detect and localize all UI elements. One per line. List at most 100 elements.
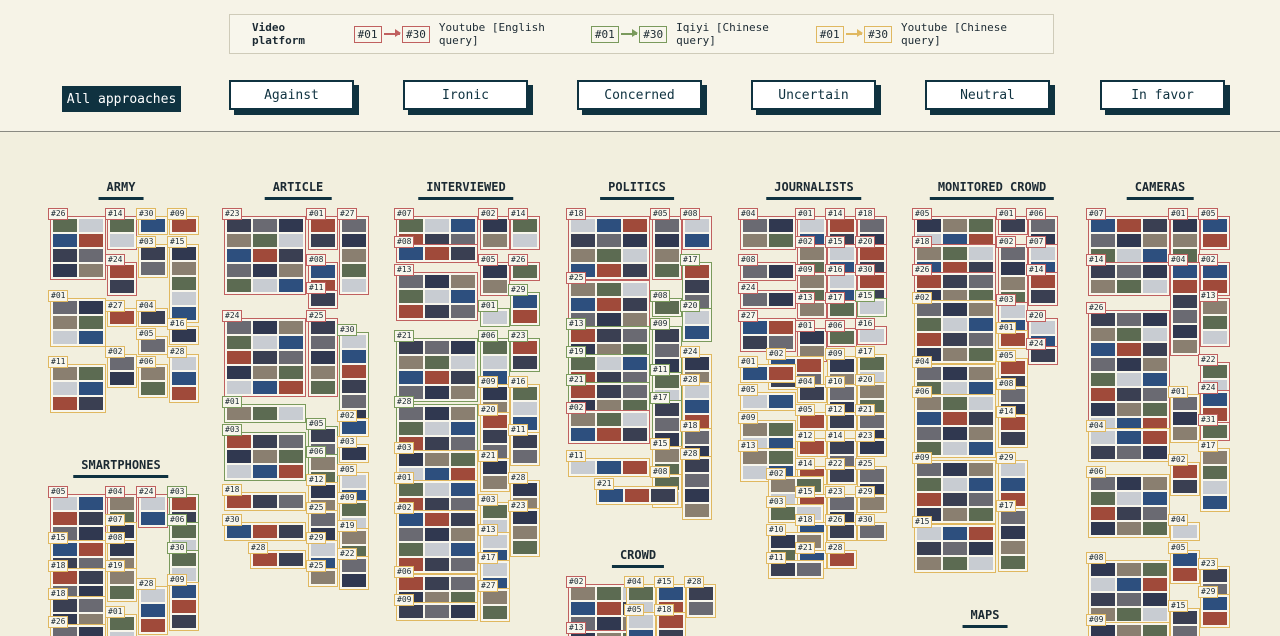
video-group[interactable]: #27 <box>738 310 796 352</box>
video-group[interactable]: #01 <box>105 606 137 636</box>
video-thumbnail[interactable] <box>1117 446 1141 459</box>
video-thumbnail[interactable] <box>685 431 709 444</box>
video-thumbnail[interactable] <box>227 366 251 379</box>
video-thumbnail[interactable] <box>53 367 77 380</box>
video-thumbnail[interactable] <box>1203 451 1227 464</box>
video-thumbnail[interactable] <box>800 331 824 344</box>
video-thumbnail[interactable] <box>1117 431 1141 444</box>
video-thumbnail[interactable] <box>425 437 449 450</box>
video-thumbnail[interactable] <box>110 311 134 324</box>
video-thumbnail[interactable] <box>1117 563 1141 576</box>
video-thumbnail[interactable] <box>1091 388 1115 401</box>
video-thumbnail[interactable] <box>597 329 621 342</box>
video-thumbnail[interactable] <box>1143 328 1167 341</box>
video-group[interactable]: #04 <box>1168 254 1200 356</box>
video-group[interactable]: #28 <box>167 346 199 403</box>
video-thumbnail[interactable] <box>1173 280 1197 293</box>
video-thumbnail[interactable] <box>685 219 709 232</box>
video-thumbnail[interactable] <box>969 247 993 260</box>
video-thumbnail[interactable] <box>399 305 423 318</box>
video-thumbnail[interactable] <box>943 442 967 455</box>
video-thumbnail[interactable] <box>969 303 993 316</box>
video-thumbnail[interactable] <box>342 531 366 544</box>
video-thumbnail[interactable] <box>1001 478 1025 491</box>
video-thumbnail[interactable] <box>571 219 595 232</box>
video-thumbnail[interactable] <box>655 344 679 357</box>
video-group[interactable]: #11 <box>766 552 824 579</box>
video-thumbnail[interactable] <box>53 264 77 277</box>
video-thumbnail[interactable] <box>172 262 196 275</box>
video-thumbnail[interactable] <box>425 483 449 496</box>
video-thumbnail[interactable] <box>969 348 993 361</box>
video-thumbnail[interactable] <box>1143 313 1167 326</box>
video-thumbnail[interactable] <box>227 219 251 232</box>
video-group[interactable]: #26 <box>48 616 106 636</box>
video-thumbnail[interactable] <box>1143 563 1167 576</box>
video-thumbnail[interactable] <box>172 600 196 613</box>
video-thumbnail[interactable] <box>1091 280 1115 293</box>
video-group[interactable]: #01 <box>222 396 306 423</box>
video-thumbnail[interactable] <box>743 293 767 306</box>
video-thumbnail[interactable] <box>655 264 679 277</box>
video-thumbnail[interactable] <box>311 219 335 232</box>
video-thumbnail[interactable] <box>79 527 103 540</box>
video-thumbnail[interactable] <box>623 219 647 232</box>
video-thumbnail[interactable] <box>227 381 251 394</box>
video-thumbnail[interactable] <box>1091 625 1115 636</box>
video-thumbnail[interactable] <box>651 489 675 502</box>
video-thumbnail[interactable] <box>311 457 335 470</box>
video-thumbnail[interactable] <box>1203 365 1227 378</box>
video-thumbnail[interactable] <box>279 264 303 277</box>
video-thumbnail[interactable] <box>1143 234 1167 247</box>
video-thumbnail[interactable] <box>342 503 366 516</box>
video-thumbnail[interactable] <box>917 427 941 440</box>
video-thumbnail[interactable] <box>227 264 251 277</box>
video-thumbnail[interactable] <box>800 275 824 288</box>
video-group[interactable]: #19 <box>105 560 137 602</box>
video-thumbnail[interactable] <box>1173 310 1197 323</box>
video-thumbnail[interactable] <box>943 219 967 232</box>
video-thumbnail[interactable] <box>483 265 507 278</box>
video-group[interactable]: #02 <box>566 402 650 444</box>
video-thumbnail[interactable] <box>685 400 709 413</box>
video-thumbnail[interactable] <box>311 543 335 556</box>
video-thumbnail[interactable] <box>1001 463 1025 476</box>
video-thumbnail[interactable] <box>1203 234 1227 247</box>
video-thumbnail[interactable] <box>425 290 449 303</box>
video-thumbnail[interactable] <box>342 365 366 378</box>
video-thumbnail[interactable] <box>141 339 165 352</box>
video-thumbnail[interactable] <box>399 577 423 590</box>
video-thumbnail[interactable] <box>743 219 767 232</box>
video-thumbnail[interactable] <box>451 453 475 466</box>
video-thumbnail[interactable] <box>685 326 709 339</box>
video-thumbnail[interactable] <box>1091 219 1115 232</box>
video-group[interactable]: #21 <box>478 450 510 492</box>
video-thumbnail[interactable] <box>53 599 77 612</box>
video-thumbnail[interactable] <box>399 605 423 618</box>
video-thumbnail[interactable] <box>1091 328 1115 341</box>
video-group[interactable]: #18 <box>654 604 686 636</box>
video-group[interactable]: #12 <box>795 430 827 457</box>
video-group[interactable]: #26 <box>48 208 106 280</box>
video-thumbnail[interactable] <box>110 497 134 510</box>
video-thumbnail[interactable] <box>79 331 103 344</box>
video-group[interactable]: #29 <box>1198 586 1230 628</box>
video-thumbnail[interactable] <box>917 333 941 346</box>
video-thumbnail[interactable] <box>425 386 449 399</box>
video-thumbnail[interactable] <box>830 331 854 344</box>
video-thumbnail[interactable] <box>917 219 941 232</box>
video-group[interactable]: #14 <box>508 208 540 250</box>
video-thumbnail[interactable] <box>771 563 795 576</box>
video-thumbnail[interactable] <box>110 617 134 630</box>
video-thumbnail[interactable] <box>425 407 449 420</box>
video-group[interactable]: #13 <box>394 264 478 321</box>
video-group[interactable]: #14 <box>105 208 137 250</box>
video-thumbnail[interactable] <box>451 356 475 369</box>
video-thumbnail[interactable] <box>79 571 103 584</box>
video-thumbnail[interactable] <box>425 453 449 466</box>
video-thumbnail[interactable] <box>253 525 277 538</box>
video-thumbnail[interactable] <box>917 527 941 540</box>
video-thumbnail[interactable] <box>1001 511 1025 524</box>
video-thumbnail[interactable] <box>513 511 537 524</box>
video-group[interactable]: #04 <box>795 376 827 403</box>
